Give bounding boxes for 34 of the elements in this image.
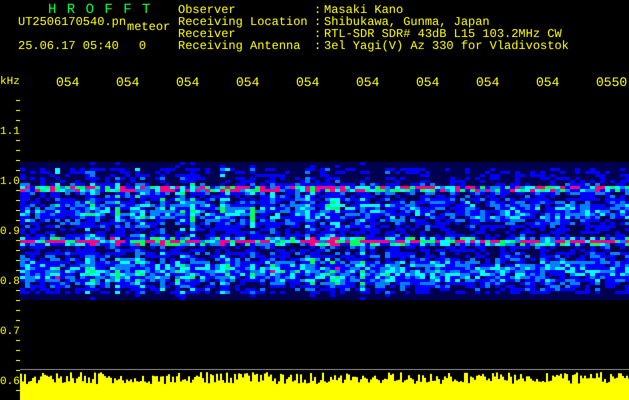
frequency-tick-label: 0.9 <box>0 226 20 238</box>
axis-unit: kHz <box>0 76 20 88</box>
timestamp: 25.06.17 05:40 <box>18 40 119 52</box>
info-separator: : <box>314 40 322 52</box>
info-separator: : <box>314 4 322 16</box>
info-value: 3el Yagi(V) Az 330 for Vladivostok <box>324 40 569 52</box>
info-label: Receiver <box>178 28 236 40</box>
frequency-tick-label: 1.0 <box>0 176 20 188</box>
time-tick-label: 054 <box>116 75 140 90</box>
file-name: UT2506170540.pn <box>18 16 126 28</box>
time-tick-label: 054 <box>236 75 260 90</box>
info-label: Receiving Location <box>178 16 309 28</box>
info-value: Shibukawa, Gunma, Japan <box>324 16 490 28</box>
info-label: Receiving Antenna <box>178 40 302 52</box>
time-tick-label: 054 <box>176 75 200 90</box>
info-value: Masaki Kano <box>324 4 404 16</box>
mode-label: meteor <box>127 21 170 33</box>
time-tick-label: 054 <box>416 75 440 90</box>
frequency-tick-label: 0.8 <box>0 276 20 288</box>
time-tick-label: 054 <box>476 75 500 90</box>
count-value: 0 <box>138 40 146 52</box>
time-tick-label: 054 <box>356 75 380 90</box>
time-tick-label: 054 <box>56 75 80 90</box>
time-tick-label: 054 <box>296 75 320 90</box>
frequency-tick-label: 0.7 <box>0 326 20 338</box>
info-separator: : <box>314 28 322 40</box>
time-tick-label: 0550 <box>596 75 628 90</box>
time-tick-label: 054 <box>536 75 560 90</box>
frequency-tick-label: 1.1 <box>0 126 20 138</box>
info-value: RTL-SDR SDR# 43dB L15 103.2MHz CW <box>324 28 562 40</box>
info-separator: : <box>314 16 322 28</box>
frequency-tick-label: 0.6 <box>0 376 20 388</box>
program-title: H R O F F T <box>48 4 152 16</box>
info-label: Observer <box>178 4 236 16</box>
